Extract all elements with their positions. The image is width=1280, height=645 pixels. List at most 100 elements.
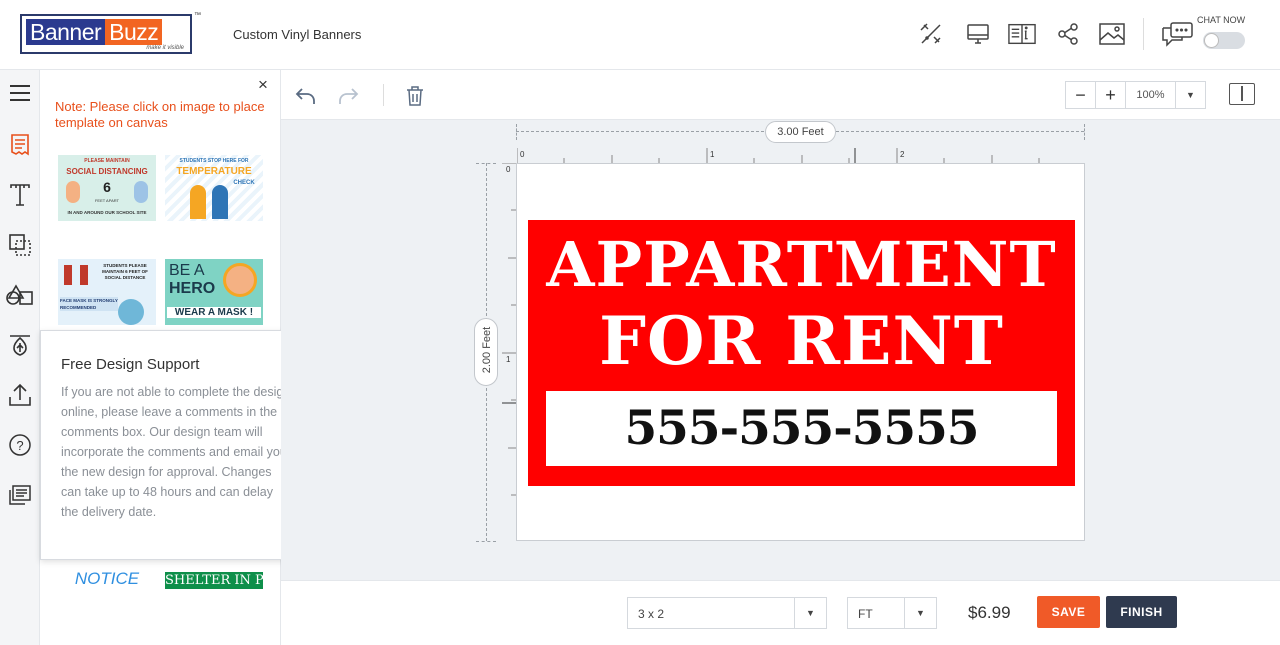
chevron-down-icon[interactable]: ▼ bbox=[904, 598, 936, 628]
thumb-text: CHECK bbox=[233, 180, 255, 186]
thumb-text: PLEASE MAINTAIN bbox=[84, 158, 130, 164]
logo-buzz-text: Buzz bbox=[105, 19, 163, 45]
logo-banner-text: Banner bbox=[26, 19, 106, 45]
header-divider bbox=[1143, 18, 1144, 50]
delete-icon[interactable] bbox=[402, 83, 428, 109]
left-ruler: 0 1 bbox=[502, 163, 516, 496]
ruler-label: 0 bbox=[520, 150, 525, 159]
save-button[interactable]: SAVE bbox=[1037, 596, 1100, 628]
close-panel-icon[interactable]: × bbox=[258, 76, 268, 94]
chat-toggle[interactable] bbox=[1203, 32, 1245, 49]
clipart-icon[interactable] bbox=[0, 275, 40, 315]
thumb-text: HERO bbox=[169, 280, 216, 297]
finish-button[interactable]: FINISH bbox=[1106, 596, 1177, 628]
bottom-bar: 3 x 2 ▼ FT ▼ $6.99 SAVE FINISH bbox=[281, 580, 1280, 645]
monitor-preview-icon[interactable] bbox=[964, 20, 992, 48]
logo-wordmark: Banner Buzz bbox=[26, 19, 186, 45]
top-ruler: 0 1 2 bbox=[517, 148, 1040, 163]
chat-icon[interactable] bbox=[1160, 20, 1194, 48]
height-label: 2.00 Feet bbox=[474, 318, 498, 386]
thumb-text: FACE MASK IS STRONGLY RECOMMENDED bbox=[60, 297, 118, 311]
ruler-label: 1 bbox=[506, 355, 511, 364]
template-thumb-shelter[interactable]: SHELTER IN PLACE bbox=[165, 572, 263, 589]
size-select[interactable]: 3 x 2 ▼ bbox=[627, 597, 827, 629]
thumb-text: FEET APART bbox=[94, 198, 119, 203]
banner-background[interactable]: APPARTMENT FOR RENT 555-555-5555 bbox=[528, 220, 1075, 486]
tool-rail: ? bbox=[0, 70, 40, 645]
thumb-text: TEMPERATURE bbox=[176, 166, 252, 177]
unit-select[interactable]: FT ▼ bbox=[847, 597, 937, 629]
thumb-text: NOTICE bbox=[74, 569, 140, 588]
banner-headline-line1[interactable]: APPARTMENT bbox=[528, 228, 1075, 301]
popover-title: Free Design Support bbox=[61, 356, 200, 373]
template-thumb-temperature[interactable]: STUDENTS STOP HERE FOR TEMPERATURE CHECK bbox=[165, 155, 263, 221]
thumb-text: IN AND AROUND OUR SCHOOL SITE bbox=[67, 210, 147, 215]
height-label-text: 2.00 Feet bbox=[481, 326, 493, 374]
ruler-label: 2 bbox=[900, 150, 905, 159]
person-figure bbox=[212, 185, 228, 219]
thumb-text: STUDENTS STOP HERE FOR bbox=[179, 158, 249, 164]
thumb-text: SHELTER IN PLACE bbox=[165, 573, 263, 588]
banner-headline-line2[interactable]: FOR RENT bbox=[528, 302, 1075, 380]
background-icon[interactable] bbox=[0, 325, 40, 365]
editor-toolbar: − + 100% ▼ bbox=[281, 70, 1280, 120]
zoom-value[interactable]: 100% bbox=[1126, 82, 1176, 108]
design-canvas[interactable]: APPARTMENT FOR RENT 555-555-5555 bbox=[516, 163, 1085, 541]
thumb-text: BE A bbox=[169, 262, 205, 279]
hero-face bbox=[223, 263, 257, 297]
upload-icon[interactable] bbox=[0, 375, 40, 415]
ruler-label: 1 bbox=[710, 150, 715, 159]
price: $6.99 bbox=[968, 603, 1011, 622]
magic-tools-icon[interactable] bbox=[917, 20, 945, 48]
ruler-label: 0 bbox=[506, 165, 511, 174]
masked-face bbox=[118, 299, 144, 325]
help-icon[interactable]: ? bbox=[0, 425, 40, 465]
template-thumb-be-a-hero[interactable]: BE A HERO WEAR A MASK ! bbox=[165, 259, 263, 325]
template-note: Note: Please click on image to place tem… bbox=[55, 99, 265, 130]
unit-select-value: FT bbox=[858, 607, 873, 621]
page-title: Custom Vinyl Banners bbox=[233, 27, 362, 42]
template-thumb-notice[interactable]: NOTICE bbox=[58, 566, 156, 591]
top-header: Banner Buzz make it visible ™ Custom Vin… bbox=[0, 0, 1280, 70]
redo-icon[interactable] bbox=[336, 83, 362, 109]
phone-number[interactable]: 555-555-5555 bbox=[624, 401, 979, 456]
zoom-control: − + 100% ▼ bbox=[1065, 81, 1206, 109]
height-dimension-tick bbox=[476, 163, 496, 164]
info-book-icon[interactable] bbox=[1008, 20, 1036, 48]
phone-box[interactable]: 555-555-5555 bbox=[546, 391, 1057, 466]
popover-body: If you are not able to complete the desi… bbox=[61, 385, 291, 519]
student-figure bbox=[64, 265, 72, 285]
chevron-down-icon[interactable]: ▼ bbox=[794, 598, 826, 628]
thumb-text: SOCIAL DISTANCING bbox=[66, 167, 148, 176]
toggle-knob bbox=[1204, 33, 1219, 48]
undo-icon[interactable] bbox=[292, 83, 318, 109]
size-select-value: 3 x 2 bbox=[638, 607, 665, 621]
text-icon[interactable] bbox=[0, 175, 40, 215]
width-dimension-tick bbox=[1084, 124, 1085, 140]
logo-tagline: make it visible bbox=[146, 45, 184, 51]
templates-icon[interactable] bbox=[0, 125, 40, 165]
toggle-side-panel-icon[interactable] bbox=[1229, 83, 1255, 105]
chat-now-label: CHAT NOW bbox=[1197, 15, 1246, 25]
width-dimension-tick bbox=[516, 124, 517, 140]
zoom-out-button[interactable]: − bbox=[1066, 82, 1096, 108]
toolbar-divider bbox=[383, 84, 384, 106]
menu-icon[interactable] bbox=[0, 73, 40, 113]
bannerbuzz-logo[interactable]: Banner Buzz make it visible bbox=[20, 14, 192, 54]
svg-text:?: ? bbox=[16, 438, 23, 453]
comments-icon[interactable] bbox=[0, 475, 40, 515]
image-icon[interactable] bbox=[1098, 20, 1126, 48]
person-figure bbox=[190, 185, 206, 219]
template-thumb-social-distancing[interactable]: PLEASE MAINTAIN SOCIAL DISTANCING 6 FEET… bbox=[58, 155, 156, 221]
design-support-popover: × Free Design Support If you are not abl… bbox=[40, 330, 310, 560]
shapes-icon[interactable] bbox=[0, 225, 40, 265]
thumb-text: WEAR A MASK ! bbox=[167, 307, 261, 318]
template-thumb-face-mask[interactable]: STUDENTS PLEASE MAINTAIN 6 FEET OF SOCIA… bbox=[58, 259, 156, 325]
height-dimension-tick bbox=[476, 541, 496, 542]
width-label: 3.00 Feet bbox=[765, 121, 836, 143]
zoom-in-button[interactable]: + bbox=[1096, 82, 1126, 108]
logo-trademark: ™ bbox=[194, 12, 201, 19]
student-figure bbox=[80, 265, 88, 285]
zoom-dropdown-icon[interactable]: ▼ bbox=[1176, 82, 1205, 108]
share-icon[interactable] bbox=[1054, 20, 1082, 48]
